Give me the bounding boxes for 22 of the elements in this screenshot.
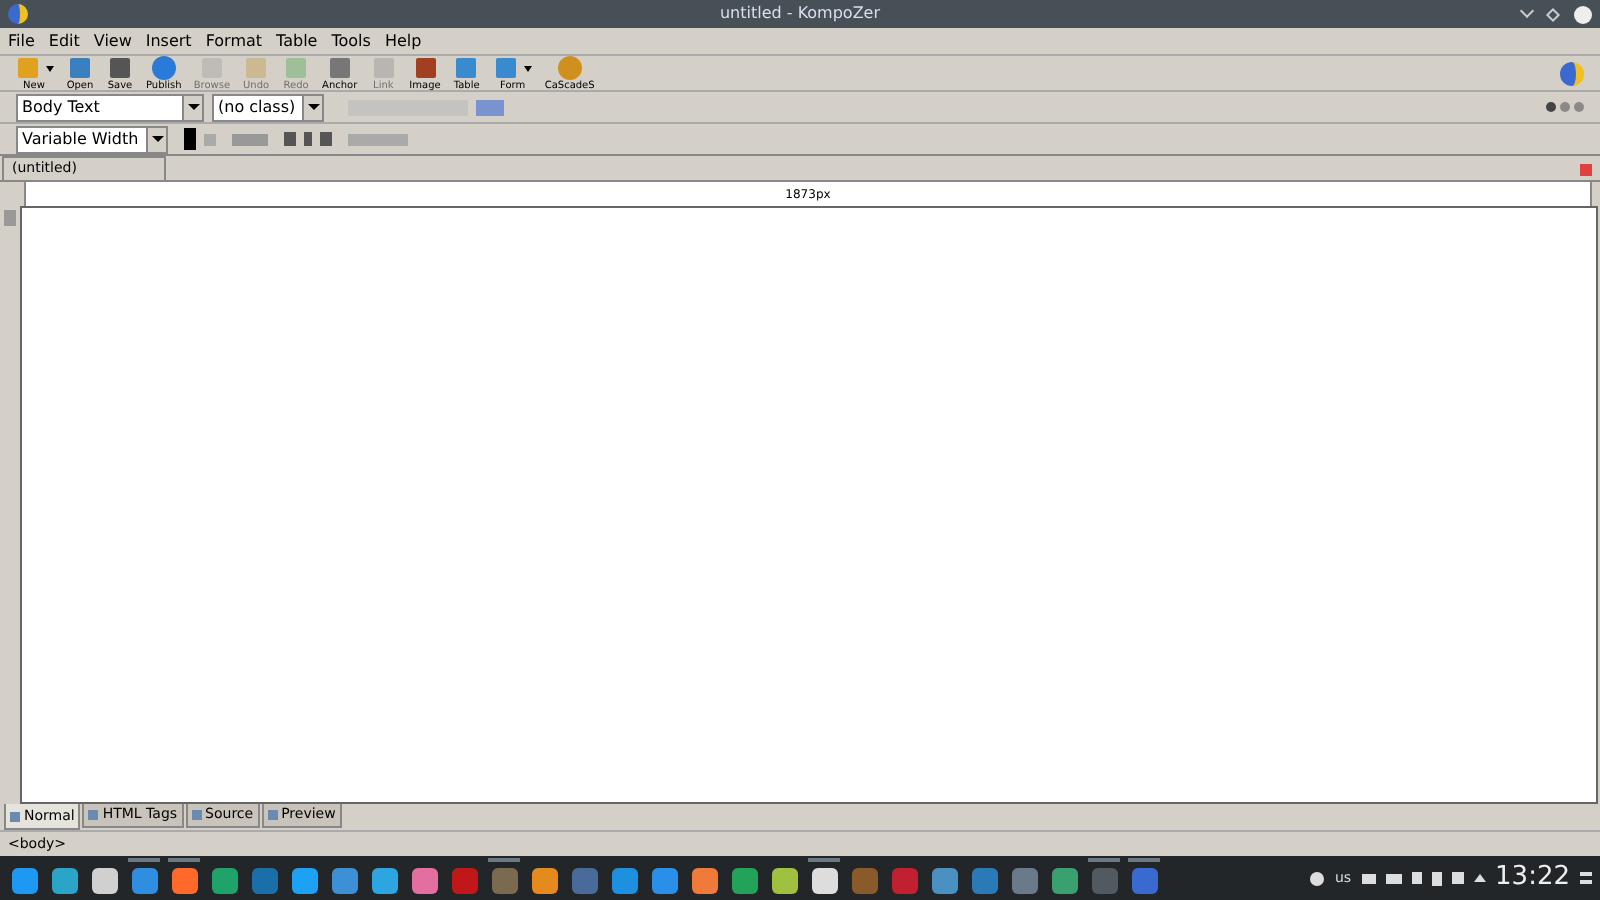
caret-icon bbox=[524, 65, 533, 71]
font-select[interactable]: Variable Width bbox=[16, 125, 168, 153]
menu-item[interactable]: Insert bbox=[145, 29, 192, 53]
menu-item[interactable]: Help bbox=[384, 29, 422, 53]
menu-icon[interactable] bbox=[1580, 872, 1592, 884]
menu-item[interactable]: File bbox=[8, 29, 35, 53]
globe-icon bbox=[149, 54, 178, 82]
paragraph-format-select[interactable]: Body Text bbox=[16, 93, 204, 121]
maximize-icon[interactable] bbox=[1545, 6, 1561, 22]
class-select[interactable]: (no class) bbox=[212, 93, 324, 121]
menu-item[interactable]: Format bbox=[205, 29, 263, 53]
menu-item[interactable]: View bbox=[93, 29, 132, 53]
window-title: untitled - KompoZer bbox=[719, 2, 881, 26]
clock: 13:22 bbox=[1495, 860, 1570, 897]
caret-icon bbox=[46, 65, 54, 71]
caret-up-icon[interactable] bbox=[1473, 874, 1486, 882]
close-icon[interactable] bbox=[1574, 5, 1592, 23]
menu-item[interactable]: Edit bbox=[48, 29, 80, 53]
menu-item[interactable]: Table bbox=[276, 29, 318, 53]
menu-item[interactable]: Tools bbox=[331, 29, 371, 53]
globe-logo-icon bbox=[1560, 61, 1584, 85]
app-logo-icon bbox=[8, 4, 28, 24]
